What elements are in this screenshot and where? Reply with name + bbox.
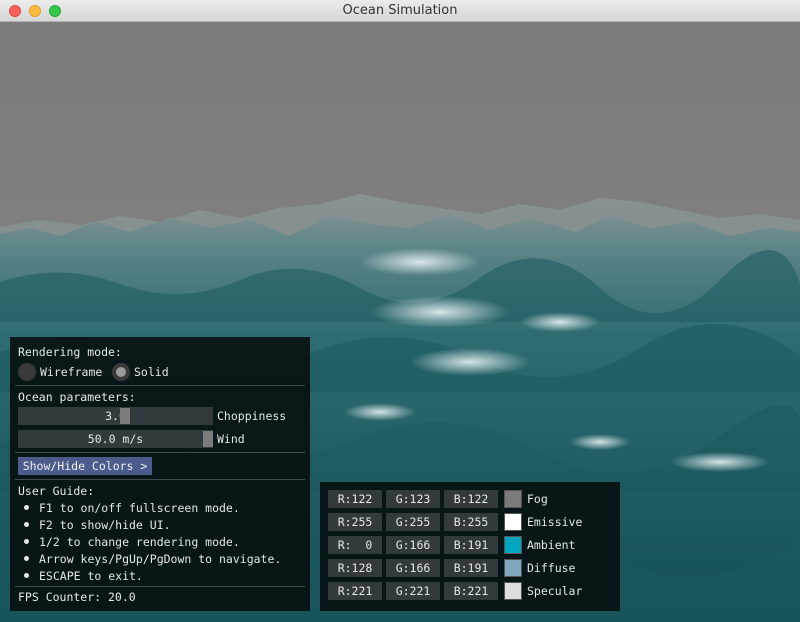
choppiness-slider[interactable]: 3.0 [18, 407, 213, 425]
show-hide-colors-label: Show/Hide Colors > [22, 459, 148, 473]
emissive-g-value: G:255 [395, 515, 431, 529]
wind-label: Wind [217, 432, 245, 446]
emissive-b-value: B:255 [453, 515, 489, 529]
ambient-r-value: R: 0 [337, 538, 373, 552]
fog-r-field[interactable]: R:122 [328, 490, 382, 508]
colors-panel: R:122 G:123 B:122 Fog R:255 G:255 B:255 … [320, 482, 620, 611]
ambient-g-field[interactable]: G:166 [386, 536, 440, 554]
separator [15, 452, 305, 453]
wind-value: 50.0 m/s [87, 432, 144, 446]
guide-item: ESCAPE to exit. [39, 569, 143, 583]
emissive-b-field[interactable]: B:255 [444, 513, 498, 531]
slider-grab[interactable] [119, 408, 130, 424]
guide-item: 1/2 to change rendering mode. [39, 535, 240, 549]
specular-b-value: B:221 [453, 584, 489, 598]
bullet-icon [24, 556, 29, 561]
specular-r-field[interactable]: R:221 [328, 582, 382, 600]
emissive-g-field[interactable]: G:255 [386, 513, 440, 531]
guide-item: Arrow keys/PgUp/PgDown to navigate. [39, 552, 282, 566]
emissive-label: Emissive [527, 515, 583, 529]
emissive-r-value: R:255 [337, 515, 373, 529]
ambient-g-value: G:166 [395, 538, 431, 552]
diffuse-r-field[interactable]: R:128 [328, 559, 382, 577]
diffuse-b-value: B:191 [453, 561, 489, 575]
specular-color-swatch[interactable] [504, 582, 522, 600]
fog-g-value: G:123 [395, 492, 431, 506]
diffuse-label: Diffuse [527, 561, 576, 575]
guide-item: F1 to on/off fullscreen mode. [39, 501, 240, 515]
specular-g-value: G:221 [395, 584, 431, 598]
rendering-mode-label: Rendering mode: [18, 345, 122, 359]
guide-item: F2 to show/hide UI. [39, 518, 171, 532]
diffuse-color-swatch[interactable] [504, 559, 522, 577]
separator [15, 586, 305, 587]
bullet-icon [24, 539, 29, 544]
specular-b-field[interactable]: B:221 [444, 582, 498, 600]
bullet-icon [24, 522, 29, 527]
show-hide-colors-button[interactable]: Show/Hide Colors > [18, 457, 152, 475]
choppiness-value: 3.0 [105, 409, 126, 423]
wireframe-label: Wireframe [40, 365, 103, 379]
fog-b-value: B:122 [453, 492, 489, 506]
diffuse-r-value: R:128 [337, 561, 373, 575]
ocean-parameters-label: Ocean parameters: [18, 390, 136, 404]
slider-grab[interactable] [203, 431, 213, 447]
diffuse-g-value: G:166 [395, 561, 431, 575]
ambient-color-swatch[interactable] [504, 536, 522, 554]
fog-label: Fog [527, 492, 548, 506]
ambient-label: Ambient [527, 538, 576, 552]
bullet-icon [24, 505, 29, 510]
fog-r-value: R:122 [337, 492, 373, 506]
emissive-color-swatch[interactable] [504, 513, 522, 531]
emissive-r-field[interactable]: R:255 [328, 513, 382, 531]
specular-label: Specular [527, 584, 583, 598]
window-title: Ocean Simulation [342, 3, 458, 18]
fps-counter: FPS Counter: 20.0 [18, 590, 136, 604]
separator [15, 385, 305, 386]
diffuse-b-field[interactable]: B:191 [444, 559, 498, 577]
ambient-b-field[interactable]: B:191 [444, 536, 498, 554]
title-bar: Ocean Simulation [0, 0, 800, 22]
fog-color-swatch[interactable] [504, 490, 522, 508]
fog-g-field[interactable]: G:123 [386, 490, 440, 508]
solid-radio[interactable] [112, 363, 130, 381]
specular-g-field[interactable]: G:221 [386, 582, 440, 600]
specular-r-value: R:221 [337, 584, 373, 598]
bullet-icon [24, 573, 29, 578]
fog-b-field[interactable]: B:122 [444, 490, 498, 508]
ambient-b-value: B:191 [453, 538, 489, 552]
diffuse-g-field[interactable]: G:166 [386, 559, 440, 577]
separator [15, 479, 305, 480]
solid-label: Solid [134, 365, 169, 379]
ambient-r-field[interactable]: R: 0 [328, 536, 382, 554]
wind-slider[interactable]: 50.0 m/s [18, 430, 213, 448]
wireframe-radio[interactable] [18, 363, 36, 381]
choppiness-label: Choppiness [217, 409, 287, 423]
user-guide-title: User Guide: [18, 484, 95, 498]
ui-panel: Rendering mode: Wireframe Solid Ocean pa… [10, 337, 310, 611]
